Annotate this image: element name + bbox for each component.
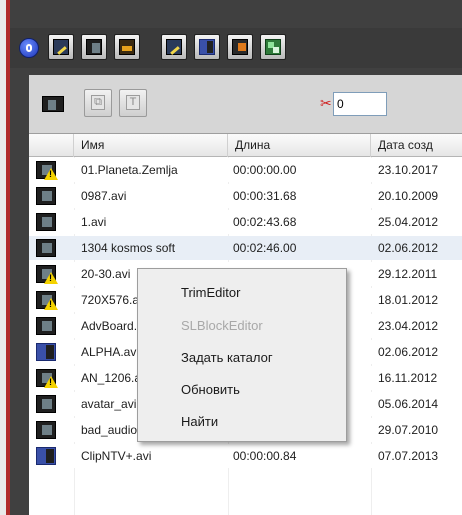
cell-date: 02.06.2012: [378, 345, 439, 359]
edit-clip-icon: [53, 39, 69, 55]
edit-clip-button-2[interactable]: [161, 34, 187, 60]
copy-clip-button[interactable]: ⧉: [84, 89, 112, 117]
titles-icon: [232, 39, 248, 55]
film-icon: [86, 39, 102, 55]
title-clip-button[interactable]: T: [119, 89, 147, 117]
film-icon: [36, 239, 56, 257]
warning-film-icon: !: [36, 265, 58, 284]
video-effect-icon: [36, 447, 56, 465]
cell-name: 1.avi: [81, 215, 107, 229]
record-icon: [26, 44, 32, 52]
cell-date: 20.10.2009: [378, 189, 439, 203]
menu-item-find[interactable]: Найти: [181, 409, 218, 435]
cell-name: ClipNTV+.avi: [81, 449, 152, 463]
layout-button[interactable]: [260, 34, 286, 60]
cell-name: 0987.avi: [81, 189, 127, 203]
cell-length: 00:02:43.68: [233, 215, 297, 229]
film-icon: [36, 317, 56, 335]
cell-date: 02.06.2012: [378, 241, 439, 255]
context-menu: TrimEditor SLBlockEditor Задать каталог …: [137, 268, 347, 442]
copy-icon: ⧉: [91, 95, 105, 110]
cell-date: 29.12.2011: [378, 267, 438, 281]
video-effect-icon: [36, 343, 56, 361]
film-button[interactable]: [81, 34, 107, 60]
menu-item-slblockeditor: SLBlockEditor: [181, 318, 263, 333]
table-row[interactable]: 1304 kosmos soft 00:02:46.00 02.06.2012: [29, 236, 462, 260]
layout-icon: [265, 39, 281, 55]
titles-button[interactable]: [227, 34, 253, 60]
cell-length: 00:00:00.00: [233, 163, 297, 177]
table-header: Имя Длина Дата созд: [29, 134, 462, 157]
audio-icon: [119, 39, 135, 55]
table-row[interactable]: 0987.avi 00:00:31.68 20.10.2009: [29, 184, 462, 208]
cell-name: 01.Planeta.Zemlja: [81, 163, 178, 177]
scissors-icon: ✂: [320, 95, 332, 111]
cell-date: 16.11.2012: [378, 371, 438, 385]
cell-length: 00:00:31.68: [233, 189, 297, 203]
menu-item-refresh[interactable]: Обновить: [181, 377, 240, 403]
film-icon: [36, 395, 56, 413]
col-header-length[interactable]: Длина: [228, 134, 371, 157]
panel-toolbar: ⧉ T ✂: [29, 75, 462, 133]
cell-length: 00:02:46.00: [233, 241, 297, 255]
warning-film-icon: !: [36, 369, 58, 388]
audio-button[interactable]: [114, 34, 140, 60]
title-icon: T: [126, 95, 140, 110]
record-button[interactable]: [19, 38, 39, 58]
cell-date: 23.04.2012: [378, 319, 439, 333]
film-icon: [42, 96, 64, 112]
menu-item-set-catalog[interactable]: Задать каталог: [181, 345, 273, 371]
warning-film-icon: !: [36, 291, 58, 310]
cell-length: 00:00:00.84: [233, 449, 297, 463]
edit-clip-button[interactable]: [48, 34, 74, 60]
cell-date: 05.06.2014: [378, 397, 439, 411]
effects-icon: [199, 39, 215, 55]
cell-date: 25.04.2012: [378, 215, 439, 229]
warning-film-icon: !: [36, 161, 58, 180]
film-icon: [36, 187, 56, 205]
cell-date: 07.07.2013: [378, 449, 439, 463]
trim-value-input[interactable]: [333, 92, 387, 116]
col-header-date[interactable]: Дата созд: [371, 134, 462, 157]
menu-item-trimeditor[interactable]: TrimEditor: [181, 280, 240, 306]
col-header-icon[interactable]: [29, 134, 74, 157]
cell-name: 1304 kosmos soft: [81, 241, 176, 255]
film-icon: [36, 213, 56, 231]
app-window: ⧉ T ✂ Имя Длина Дата созд ! 01.Planeta.Ze…: [0, 0, 462, 515]
table-row[interactable]: ! 01.Planeta.Zemlja 00:00:00.00 23.10.2017: [29, 158, 462, 182]
cell-date: 23.10.2017: [378, 163, 439, 177]
table-row[interactable]: ClipNTV+.avi 00:00:00.84 07.07.2013: [29, 444, 462, 468]
col-header-name[interactable]: Имя: [74, 134, 228, 157]
cell-date: 29.07.2010: [378, 423, 439, 437]
table-row[interactable]: 1.avi 00:02:43.68 25.04.2012: [29, 210, 462, 234]
effects-button[interactable]: [194, 34, 220, 60]
edit-clip-icon: [166, 39, 182, 55]
cell-date: 18.01.2012: [378, 293, 439, 307]
main-toolbar: [10, 28, 462, 68]
film-icon: [36, 421, 56, 439]
